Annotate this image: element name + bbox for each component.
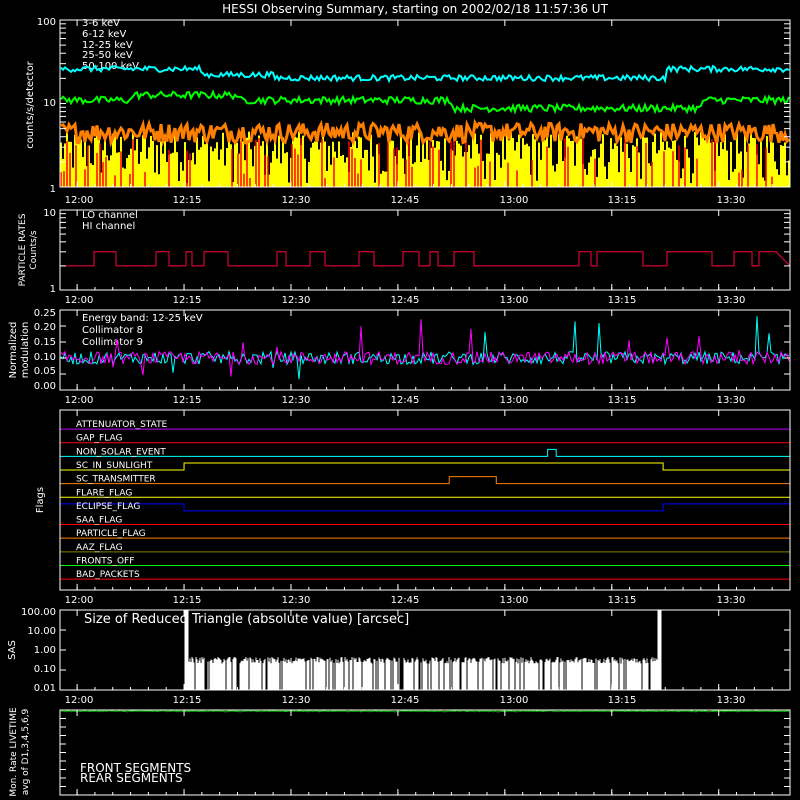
xtick-label: 13:30 <box>717 295 746 306</box>
xtick-label: 13:00 <box>500 595 529 606</box>
xtick-label: 12:30 <box>282 295 311 306</box>
xtick-label: 12:00 <box>65 395 94 406</box>
legend-collimator-8: Collimator 8 <box>82 325 143 336</box>
xtick-label: 12:15 <box>173 595 202 606</box>
xtick-label: 13:00 <box>500 295 529 306</box>
xtick-label: 13:15 <box>608 295 637 306</box>
ytick-label: 0.01 <box>34 683 56 694</box>
modulation-energy-band: Energy band: 12-25 keV <box>82 313 203 324</box>
flag-label: AAZ_FLAG <box>76 543 123 553</box>
legend-25-50kev: 25-50 keV <box>82 50 133 61</box>
legend-rear-segments: REAR SEGMENTS <box>80 771 183 785</box>
xtick-label: 13:30 <box>717 195 746 206</box>
ytick-label: 0.10 <box>34 664 56 675</box>
livetime-ylabel-2: avg of D1,3,4,5,6,9 <box>21 708 31 795</box>
flag-label: PARTICLE_FLAG <box>76 529 146 539</box>
xtick-label: 12:45 <box>391 595 420 606</box>
legend-collimator-9: Collimator 9 <box>82 337 143 348</box>
ytick-label: 1.00 <box>34 645 56 656</box>
xtick-label: 12:15 <box>173 695 202 706</box>
flag-label: SC_TRANSMITTER <box>76 475 156 485</box>
xtick-label: 13:30 <box>717 395 746 406</box>
counts-ylabel: counts/s/detector <box>25 60 36 148</box>
xtick-label: 13:00 <box>500 395 529 406</box>
xtick-label: 13:30 <box>717 595 746 606</box>
ytick-label: 0.25 <box>34 308 56 319</box>
xtick-label: 12:15 <box>173 195 202 206</box>
counts-ytick-100: 100 <box>37 17 56 28</box>
counts-ytick-10: 10 <box>43 98 56 109</box>
xtick-label: 13:30 <box>717 695 746 706</box>
legend-6-12kev: 6-12 keV <box>82 29 126 40</box>
counts-ytick-1: 1 <box>50 184 56 195</box>
xtick-label: 12:15 <box>173 295 202 306</box>
flag-label: NON_SOLAR_EVENT <box>76 447 166 457</box>
xtick-label: 12:30 <box>282 695 311 706</box>
xtick-label: 13:15 <box>608 595 637 606</box>
flag-label: FLARE_FLAG <box>76 488 132 498</box>
livetime-ylabel-1: Mon. Rate LIVETIME <box>9 707 19 797</box>
xtick-label: 13:15 <box>608 195 637 206</box>
xtick-label: 13:15 <box>608 695 637 706</box>
flag-label: ECLIPSE_FLAG <box>76 502 140 512</box>
xtick-label: 13:15 <box>608 395 637 406</box>
xtick-label: 12:00 <box>65 595 94 606</box>
modulation-ylabel-2: modulation <box>20 322 31 379</box>
ytick-label: 0.10 <box>34 352 56 363</box>
xtick-label: 13:00 <box>500 195 529 206</box>
flag-label: SC_IN_SUNLIGHT <box>76 461 153 471</box>
xtick-label: 12:15 <box>173 395 202 406</box>
xtick-label: 12:00 <box>65 695 94 706</box>
ytick-label: 0.00 <box>34 381 56 392</box>
ytick-label: 100.00 <box>21 607 56 618</box>
sas-annotation: Size of Reduced Triangle (absolute value… <box>84 612 409 627</box>
xtick-label: 12:00 <box>65 195 94 206</box>
particle-ytick-10: 10 <box>43 208 56 219</box>
flag-label: BAD_PACKETS <box>76 570 140 580</box>
xtick-label: 12:45 <box>391 695 420 706</box>
legend-hi-channel: HI channel <box>82 221 135 232</box>
flag-label: GAP_FLAG <box>76 434 122 444</box>
particle-ylabel-1: PARTICLE RATES <box>18 213 28 286</box>
sas-ylabel: SAS <box>7 640 18 660</box>
hessi-summary-plot: HESSI Observing Summary, starting on 200… <box>0 0 800 800</box>
ytick-label: 0.05 <box>34 366 56 377</box>
plot-title: HESSI Observing Summary, starting on 200… <box>222 2 608 16</box>
xtick-label: 12:45 <box>391 195 420 206</box>
flags-ylabel: Flags <box>35 487 46 513</box>
flag-label: FRONTS_OFF <box>76 556 134 566</box>
xtick-label: 13:00 <box>500 695 529 706</box>
legend-lo-channel: LO channel <box>82 210 138 221</box>
ytick-label: 10.00 <box>27 626 56 637</box>
xtick-label: 12:45 <box>391 295 420 306</box>
ytick-label: 0.15 <box>34 337 56 348</box>
modulation-ylabel-1: Normalized <box>8 322 19 379</box>
xtick-label: 12:30 <box>282 595 311 606</box>
ytick-label: 0.20 <box>34 322 56 333</box>
flag-label: SAA_FLAG <box>76 516 122 526</box>
xtick-label: 12:45 <box>391 395 420 406</box>
xtick-label: 12:00 <box>65 295 94 306</box>
particle-ylabel-2: Counts/s <box>29 230 39 269</box>
particle-ytick-1: 1 <box>50 284 56 295</box>
flag-label: ATTENUATOR_STATE <box>76 420 168 430</box>
xtick-label: 12:30 <box>282 395 311 406</box>
xtick-label: 12:30 <box>282 195 311 206</box>
